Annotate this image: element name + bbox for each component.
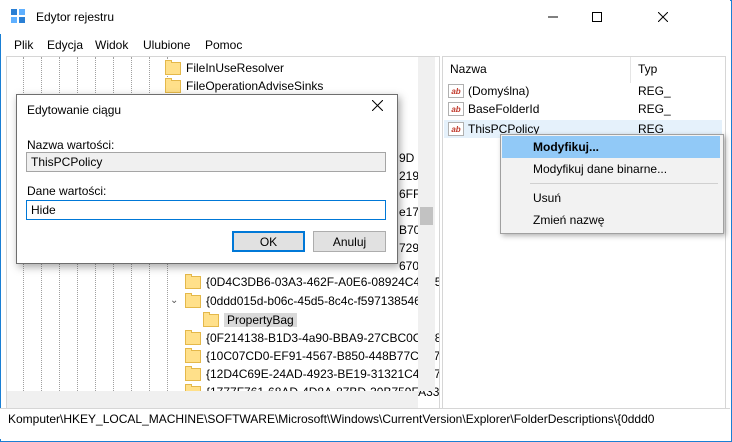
tree-item-label: FileInUseResolver (186, 61, 285, 75)
value-row[interactable]: ab (Domyślna) REG_ (448, 82, 722, 100)
tree-horizontal-scrollbar[interactable] (7, 391, 418, 408)
maximize-button[interactable] (574, 0, 620, 34)
context-item-label: Usuń (533, 191, 562, 205)
tree-item-expanded[interactable]: {0ddd015d-b06c-45d5-8c4c-f5971385463 (185, 292, 428, 310)
folder-open-icon (203, 311, 219, 327)
context-item-label: Modyfikuj... (533, 140, 599, 154)
minimize-icon (548, 16, 558, 18)
value-row[interactable]: ab BaseFolderId REG_ (448, 100, 722, 118)
value-name: (Domyślna) (468, 84, 530, 98)
context-separator (530, 183, 718, 184)
context-item-modify-binary[interactable]: Modyfikuj dane binarne... (502, 158, 720, 180)
close-icon (658, 12, 668, 22)
tree-item[interactable]: FileInUseResolver (165, 59, 284, 77)
folder-icon (185, 329, 201, 345)
menu-widok[interactable]: Widok (95, 38, 128, 52)
regedit-app-icon (11, 9, 25, 23)
window-title: Edytor rejestru (36, 10, 115, 24)
tree-item-label: FileOperationAdviseSinks (186, 79, 324, 93)
tree-scroll-thumb[interactable] (420, 207, 433, 225)
folder-icon (165, 77, 181, 93)
folder-icon (185, 273, 201, 289)
tree-item[interactable]: {10C07CD0-EF91-4567-B850-448B77CB37 (185, 347, 440, 365)
tree-item-label: {10C07CD0-EF91-4567-B850-448B77CB37 (206, 349, 440, 363)
folder-icon (185, 292, 201, 308)
status-path: Komputer\HKEY_LOCAL_MACHINE\SOFTWARE\Mic… (8, 412, 655, 426)
context-item-delete[interactable]: Usuń (502, 187, 720, 209)
folder-icon (185, 347, 201, 363)
tree-item[interactable]: FileOperationAdviseSinks (165, 77, 323, 95)
tree-item[interactable]: {0F214138-B1D3-4a90-BBA9-27CBC0C538 (185, 329, 440, 347)
chevron-down-icon[interactable]: ⌄ (170, 295, 178, 306)
value-name-label: Nazwa wartości: (27, 138, 115, 152)
menu-edycja[interactable]: Edycja (47, 38, 83, 52)
cancel-button[interactable]: Anuluj (313, 231, 386, 252)
tree-item-fragment[interactable]: 9D (399, 149, 414, 167)
string-value-icon: ab (448, 84, 464, 98)
context-item-label: Modyfikuj dane binarne... (533, 162, 668, 176)
tree-item[interactable]: {0D4C3DB6-03A3-462F-A0E6-08924C41B5 (185, 273, 440, 291)
value-name: BaseFolderId (468, 102, 540, 116)
column-header-type[interactable]: Typ (638, 62, 657, 76)
column-header-name[interactable]: Nazwa (450, 62, 487, 76)
string-value-icon: ab (448, 122, 464, 136)
close-button[interactable] (640, 0, 686, 34)
ok-button[interactable]: OK (232, 231, 305, 252)
menu-pomoc[interactable]: Pomoc (205, 38, 242, 52)
value-type: REG_ (638, 84, 671, 98)
tree-item-label: {0D4C3DB6-03A3-462F-A0E6-08924C41B5 (206, 275, 440, 289)
folder-icon (185, 365, 201, 381)
tree-item[interactable]: {12D4C69E-24AD-4923-BE19-31321C43A7 (185, 365, 440, 383)
tree-item-label: {0F214138-B1D3-4a90-BBA9-27CBC0C538 (206, 331, 440, 345)
tree-item-fragment[interactable]: e17 (399, 203, 419, 221)
tree-item-selected[interactable]: PropertyBag (203, 311, 297, 329)
tree-item-label: {12D4C69E-24AD-4923-BE19-31321C43A7 (206, 367, 440, 381)
tree-item-label: {0ddd015d-b06c-45d5-8c4c-f5971385463 (206, 294, 428, 308)
menu-plik[interactable]: Plik (14, 38, 33, 52)
context-item-label: Zmień nazwę (533, 213, 605, 227)
folder-icon (165, 59, 181, 75)
tree-item-label: PropertyBag (224, 313, 297, 327)
tree-item-fragment[interactable]: 219 (399, 167, 419, 185)
close-icon (371, 99, 384, 112)
menu-ulubione[interactable]: Ulubione (143, 38, 190, 52)
context-item-modify[interactable]: Modyfikuj... (502, 136, 720, 158)
context-item-rename[interactable]: Zmień nazwę (502, 209, 720, 231)
value-name-field: ThisPCPolicy (26, 152, 386, 172)
value-type: REG_ (638, 102, 671, 116)
dialog-title: Edytowanie ciągu (27, 103, 122, 117)
column-divider[interactable] (630, 57, 631, 83)
value-data-label: Dane wartości: (27, 184, 107, 198)
dialog-close-button[interactable] (371, 98, 384, 116)
tree-item-fragment[interactable]: 729 (399, 239, 419, 257)
maximize-icon (592, 12, 602, 22)
minimize-button[interactable] (530, 0, 576, 34)
string-value-icon: ab (448, 102, 464, 116)
value-data-input[interactable] (26, 200, 386, 220)
